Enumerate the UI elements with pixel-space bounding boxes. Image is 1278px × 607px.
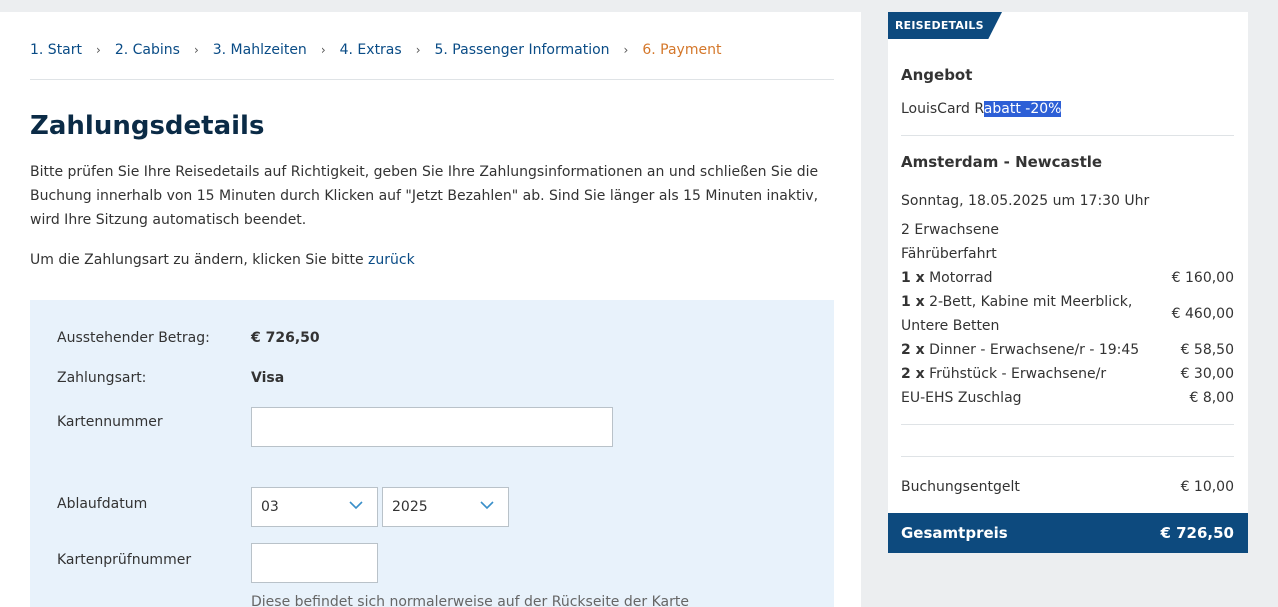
line-item-price: € 160,00 [1171, 270, 1234, 286]
card-number-input[interactable] [251, 407, 613, 447]
breadcrumb-step-cabins[interactable]: 2. Cabins [115, 40, 180, 60]
line-item: 2 x Frühstück - Erwachsene/r € 30,00 [901, 362, 1234, 386]
breadcrumb-step-passenger[interactable]: 5. Passenger Information [435, 40, 610, 60]
method-label: Zahlungsart: [57, 370, 147, 386]
breadcrumb-step-payment: 6. Payment [642, 42, 722, 58]
amount-value: € 726,50 [251, 330, 320, 346]
change-payment-prefix: Um die Zahlungsart zu ändern, klicken Si… [30, 252, 369, 268]
offer-text-selected: abatt -20% [983, 101, 1062, 117]
line-item-name: 2-Bett, Kabine mit Meerblick, Untere Bet… [901, 294, 1133, 334]
cvc-hint: Diese befindet sich normalerweise auf de… [251, 594, 689, 607]
booking-fee-value: € 10,00 [1180, 479, 1234, 495]
line-item: 2 x Dinner - Erwachsene/r - 19:45 € 58,5… [901, 338, 1234, 362]
line-item-qty: 1 x [901, 294, 925, 310]
total-label: Gesamtpreis [901, 524, 1008, 542]
expiry-month-value: 03 [261, 499, 279, 515]
offer-text: LouisCard Rabatt -20% [901, 97, 1062, 121]
line-item-price: € 30,00 [1180, 366, 1234, 382]
line-item-desc: 2 x Dinner - Erwachsene/r - 19:45 [901, 338, 1141, 362]
breadcrumb-step-extras[interactable]: 4. Extras [340, 40, 402, 60]
cvc-input[interactable] [251, 543, 378, 583]
chevron-down-icon [349, 501, 363, 510]
line-item-desc: 2 x Frühstück - Erwachsene/r [901, 362, 1141, 386]
divider [901, 424, 1234, 425]
line-item-name: Motorrad [924, 270, 993, 286]
booking-fee-row: Buchungsentgelt € 10,00 [901, 475, 1234, 499]
departure-text: Sonntag, 18.05.2025 um 17:30 Uhr [901, 193, 1150, 209]
trip-details-tag: REISEDETAILS [888, 12, 1002, 39]
chevron-right-icon: › [415, 43, 421, 57]
line-item: EU-EHS Zuschlag € 8,00 [901, 386, 1234, 410]
trip-summary-panel: REISEDETAILS Angebot LouisCard Rabatt -2… [888, 12, 1248, 553]
page-title: Zahlungsdetails [30, 111, 265, 141]
route-heading: Amsterdam - Newcastle [901, 153, 1103, 171]
line-item-price: € 8,00 [1189, 390, 1234, 406]
crossing-text: Fährüberfahrt [901, 246, 997, 262]
booking-fee-label: Buchungsentgelt [901, 479, 1020, 495]
offer-heading: Angebot [901, 66, 973, 84]
chevron-right-icon: › [623, 43, 629, 57]
chevron-right-icon: › [193, 43, 199, 57]
chevron-down-icon [480, 501, 494, 510]
line-item-price: € 58,50 [1180, 342, 1234, 358]
line-item-name: Dinner - Erwachsene/r - 19:45 [924, 342, 1140, 358]
divider [901, 135, 1234, 136]
expiry-month-select[interactable]: 03 [251, 487, 378, 527]
method-value: Visa [251, 370, 285, 386]
card-number-label: Kartennummer [57, 414, 163, 430]
line-item-desc: 1 x 2-Bett, Kabine mit Meerblick, Untere… [901, 290, 1141, 338]
intro-text: Bitte prüfen Sie Ihre Reisedetails auf R… [30, 164, 819, 228]
change-payment-text: Um die Zahlungsart zu ändern, klicken Si… [30, 248, 415, 272]
offer-text-prefix: LouisCard R [901, 101, 984, 117]
amount-label: Ausstehender Betrag: [57, 330, 210, 346]
breadcrumb-step-meals[interactable]: 3. Mahlzeiten [213, 40, 307, 60]
breadcrumb: 1. Start › 2. Cabins › 3. Mahlzeiten › 4… [30, 40, 834, 80]
cvc-label: Kartenprüfnummer [57, 552, 192, 568]
passengers-text: 2 Erwachsene [901, 222, 999, 238]
line-item-name: EU-EHS Zuschlag [901, 390, 1022, 406]
chevron-right-icon: › [320, 43, 326, 57]
total-price-bar: Gesamtpreis € 726,50 [888, 513, 1248, 553]
line-item-qty: 2 x [901, 366, 925, 382]
expiry-label: Ablaufdatum [57, 496, 148, 512]
total-value: € 726,50 [1160, 524, 1234, 542]
expiry-year-value: 2025 [392, 499, 428, 515]
line-item-qty: 1 x [901, 270, 925, 286]
back-link[interactable]: zurück [368, 252, 415, 268]
line-item-price: € 460,00 [1171, 306, 1234, 322]
chevron-right-icon: › [96, 43, 101, 57]
line-item-desc: EU-EHS Zuschlag [901, 386, 1141, 410]
breadcrumb-step-start[interactable]: 1. Start [30, 40, 82, 60]
line-item: 1 x Motorrad € 160,00 [901, 266, 1234, 290]
line-item: 1 x 2-Bett, Kabine mit Meerblick, Untere… [901, 290, 1234, 338]
payment-form: Ausstehender Betrag: € 726,50 Zahlungsar… [30, 300, 834, 607]
divider [901, 456, 1234, 457]
expiry-year-select[interactable]: 2025 [382, 487, 509, 527]
line-item-desc: 1 x Motorrad [901, 266, 1141, 290]
line-item-qty: 2 x [901, 342, 925, 358]
line-item-name: Frühstück - Erwachsene/r [924, 366, 1107, 382]
main-panel: 1. Start › 2. Cabins › 3. Mahlzeiten › 4… [0, 12, 861, 607]
